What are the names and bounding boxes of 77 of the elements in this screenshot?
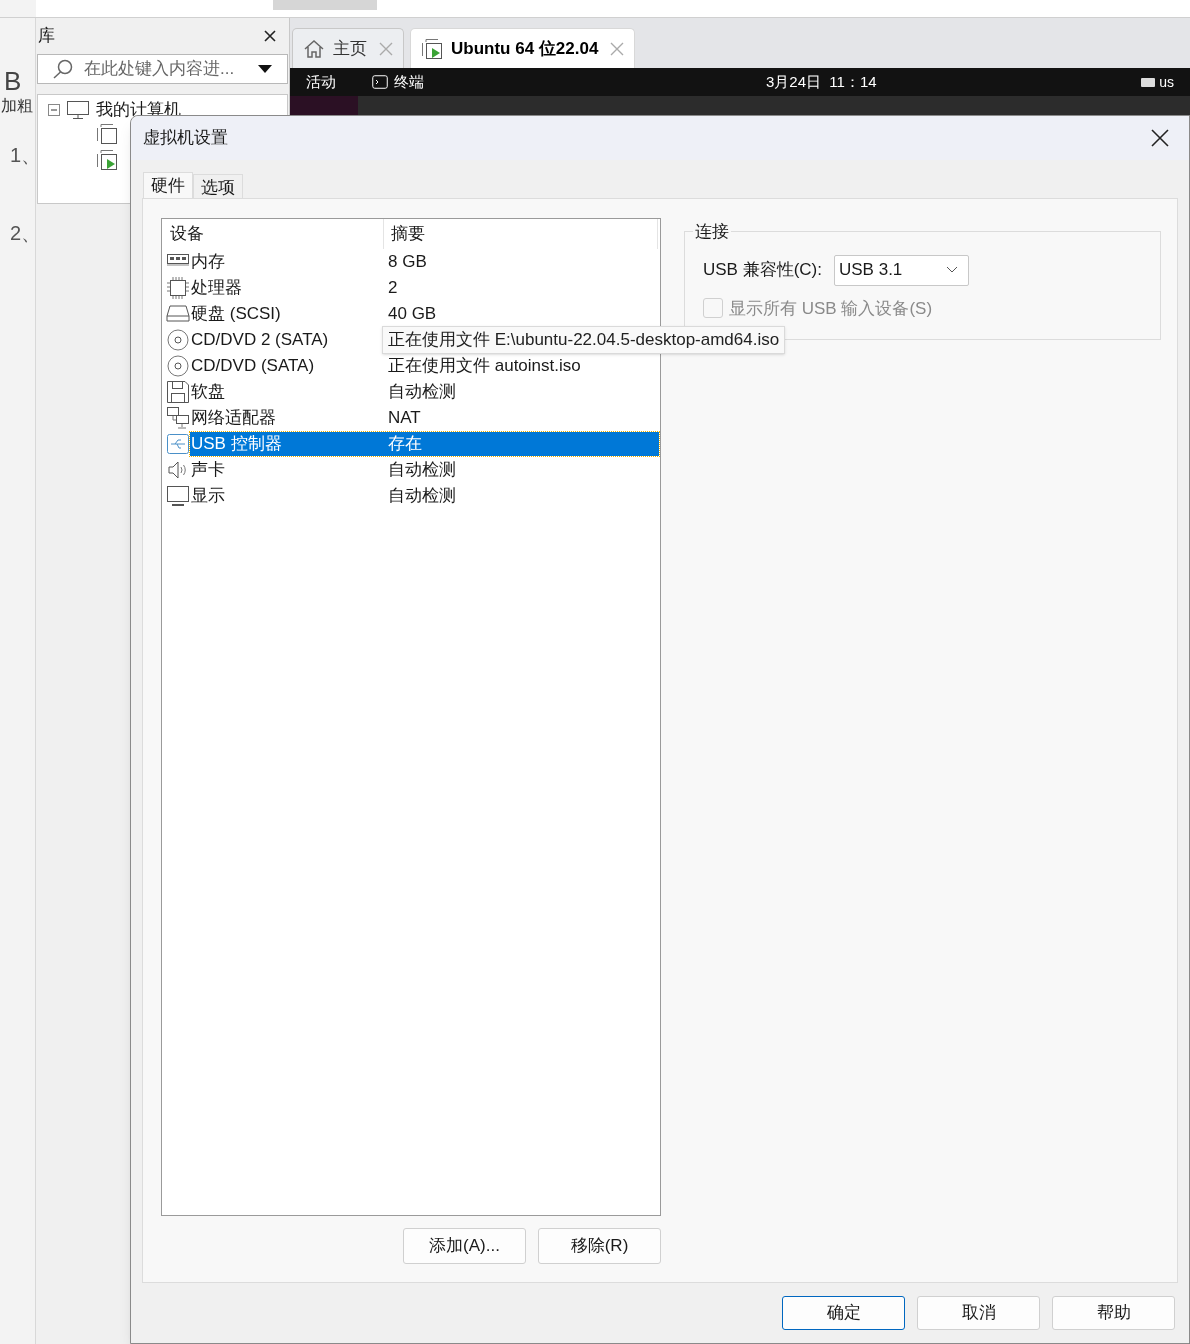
home-icon	[303, 38, 325, 59]
monitor-icon	[166, 484, 190, 508]
running-vm-icon[interactable]	[96, 149, 118, 171]
table-cell-text: 硬盘 (SCSI)	[190, 303, 282, 326]
clock[interactable]: 3月24日 11：14	[766, 70, 877, 94]
table-cell-text: NAT	[388, 407, 421, 430]
list-number: 1、	[10, 143, 42, 168]
table-cell-text: 处理器	[190, 277, 243, 300]
field-label: USB 兼容性(C):	[703, 259, 822, 282]
table-cell-text: 存在	[388, 433, 422, 456]
vm-icon[interactable]	[96, 123, 118, 145]
close-icon	[379, 41, 393, 56]
tooltip: 正在使用文件 E:\ubuntu-22.04.5-desktop-amd64.iso	[382, 326, 786, 354]
disc-icon	[166, 328, 190, 352]
monitor-icon	[66, 100, 90, 120]
activities-button[interactable]: 活动	[306, 70, 336, 94]
list-row[interactable]: 内存 8 GB	[190, 250, 659, 274]
list-number: 2、	[10, 221, 42, 246]
search-field[interactable]: 在此处键入内容进...	[37, 54, 288, 84]
disc-icon	[166, 354, 190, 378]
checkbox-label: 显示所有 USB 输入设备(S)	[729, 297, 933, 320]
collapse-icon[interactable]	[48, 104, 60, 116]
table-cell-text: 2	[388, 277, 398, 300]
bold-button[interactable]: B	[4, 66, 22, 96]
dialog-button[interactable]: 确定	[782, 1296, 905, 1330]
search-icon	[52, 58, 74, 80]
terminal-icon	[372, 75, 388, 89]
button-label: 加粗	[1, 96, 33, 116]
processor-icon	[166, 276, 190, 300]
list-row[interactable]: 网络适配器 NAT	[190, 406, 659, 430]
running-vm-icon	[421, 37, 443, 60]
table-cell-text: 网络适配器	[190, 407, 277, 430]
dialog-button[interactable]: 取消	[917, 1296, 1040, 1330]
list-row[interactable]: 硬盘 (SCSI) 40 GB	[190, 302, 659, 326]
chevron-down-icon	[946, 266, 958, 274]
table-cell-text: 40 GB	[388, 303, 437, 326]
network-icon	[166, 406, 190, 430]
usb-compat-dropdown[interactable]: USB 3.1	[834, 254, 969, 286]
panel-title: 库	[38, 25, 55, 48]
table-cell-text: 软盘	[190, 381, 226, 404]
table-cell-text: 自动检测	[388, 381, 456, 404]
group-title: 连接	[694, 221, 730, 243]
list-row[interactable]: 处理器 2	[190, 276, 659, 300]
table-cell-text: USB 控制器	[190, 433, 283, 456]
list-row[interactable]: 显示 自动检测	[190, 484, 659, 508]
table-cell-text: 正在使用文件 autoinst.iso	[388, 355, 581, 378]
list-row[interactable]: 软盘 自动检测	[190, 380, 659, 404]
table-cell-text: 自动检测	[388, 459, 456, 482]
dialog-button[interactable]: 移除(R)	[538, 1228, 661, 1264]
table-cell-text: CD/DVD (SATA)	[190, 355, 316, 378]
dropdown-arrow-icon	[257, 64, 273, 74]
dialog-button[interactable]: 帮助	[1052, 1296, 1175, 1330]
tab[interactable]: 主页	[292, 28, 404, 68]
close-icon[interactable]	[263, 29, 277, 43]
dialog-button[interactable]: 添加(A)...	[403, 1228, 526, 1264]
dialog-title: 虚拟机设置	[143, 127, 228, 150]
list-row[interactable]: CD/DVD 2 (SATA) 正在使用文件 E:\ubuntu-22.04.5-desktop-amd64.iso	[190, 328, 786, 352]
column-header[interactable]: 摘要	[384, 219, 658, 249]
tab[interactable]: 选项	[193, 174, 243, 200]
list-row[interactable]: CD/DVD (SATA) 正在使用文件 autoinst.iso	[190, 354, 659, 378]
tab[interactable]: Ubuntu 64 位22.04	[410, 28, 636, 68]
table-cell-text: 显示	[190, 485, 226, 508]
keyboard-icon	[1141, 77, 1156, 87]
list-row[interactable]: USB 控制器 存在	[190, 432, 659, 456]
app-menu[interactable]: 终端	[394, 70, 424, 94]
table-cell-text: 8 GB	[388, 251, 427, 274]
table-cell-text: 声卡	[190, 459, 226, 482]
close-icon	[610, 41, 625, 56]
column-header[interactable]: 设备	[162, 219, 384, 249]
table-cell-text: 内存	[190, 251, 226, 274]
tab[interactable]: 硬件	[143, 172, 193, 198]
table-cell-text: 自动检测	[388, 485, 456, 508]
table-cell-text: CD/DVD 2 (SATA)	[190, 329, 330, 352]
close-icon[interactable]	[1151, 129, 1169, 147]
keyboard-layout[interactable]: us	[1159, 71, 1174, 93]
list-row[interactable]: 声卡 自动检测	[190, 458, 659, 482]
usb-icon	[166, 432, 190, 456]
